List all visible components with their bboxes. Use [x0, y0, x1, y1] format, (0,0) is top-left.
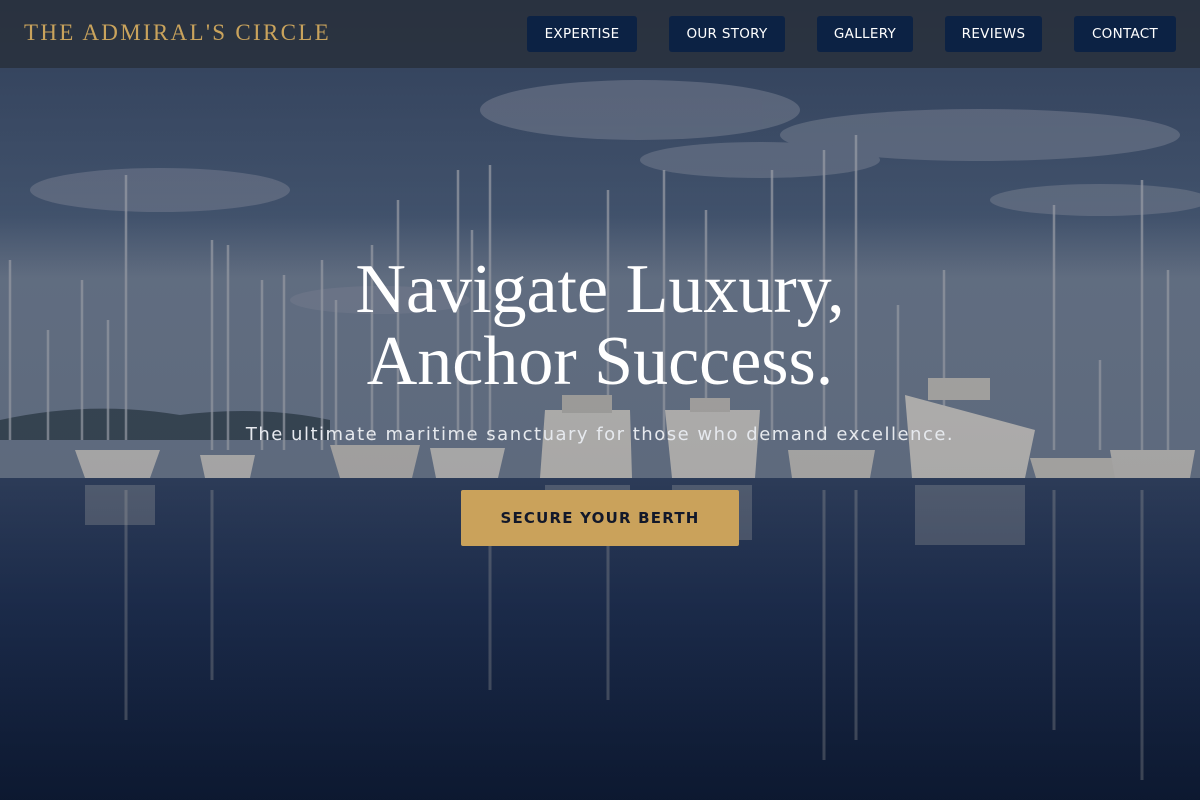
- brand-logo[interactable]: THE ADMIRAL'S CIRCLE: [24, 20, 331, 46]
- hero-headline-line-2: Anchor Success.: [366, 323, 834, 400]
- nav-reviews-button[interactable]: REVIEWS: [945, 16, 1042, 52]
- secure-your-berth-button[interactable]: SECURE YOUR BERTH: [461, 490, 739, 546]
- nav-contact-button[interactable]: CONTACT: [1074, 16, 1176, 52]
- nav-expertise-button[interactable]: EXPERTISE: [527, 16, 637, 52]
- nav-gallery-button[interactable]: GALLERY: [817, 16, 913, 52]
- top-navigation-bar: THE ADMIRAL'S CIRCLE EXPERTISE OUR STORY…: [0, 0, 1200, 68]
- hero-section: Navigate Luxury, Anchor Success. The ult…: [0, 0, 1200, 800]
- hero-headline-line-1: Navigate Luxury,: [355, 251, 845, 328]
- hero-tagline: The ultimate maritime sanctuary for thos…: [245, 424, 955, 445]
- nav-our-story-button[interactable]: OUR STORY: [669, 16, 785, 52]
